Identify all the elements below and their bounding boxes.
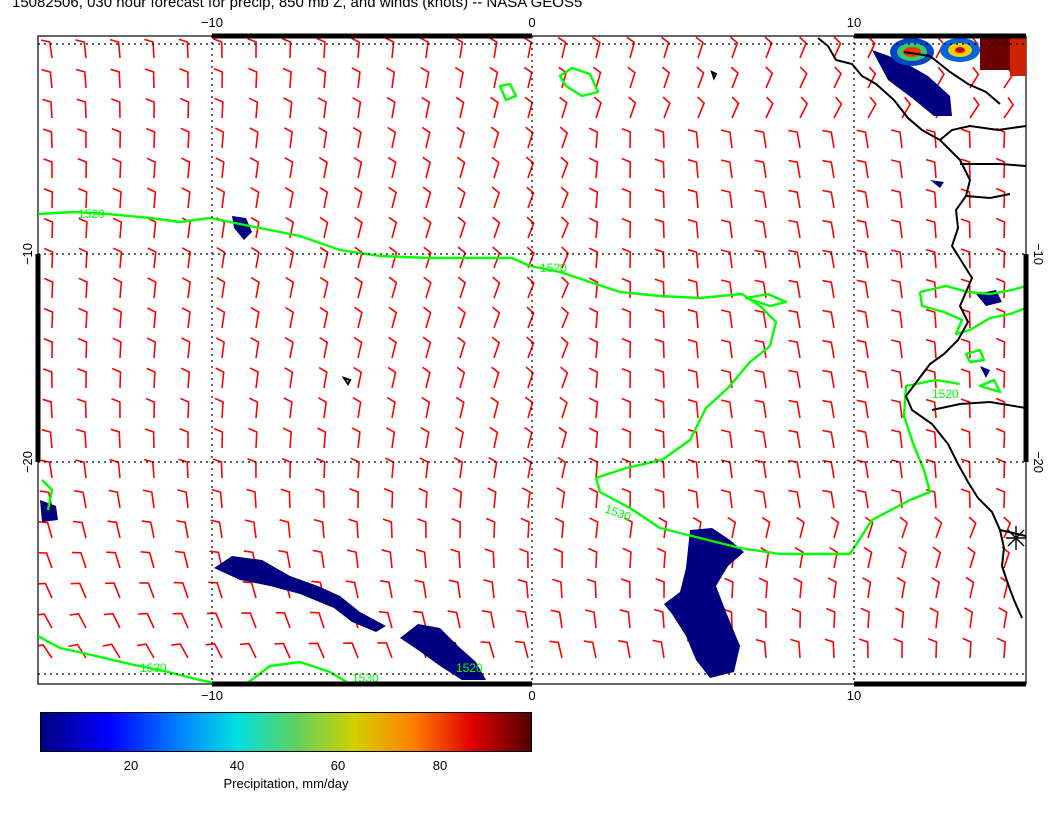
contour-label-5: 1530 <box>140 661 167 675</box>
x-tick-top-minus10: −10 <box>201 15 223 30</box>
x-tick-bottom-0: 0 <box>528 688 535 703</box>
precip-edge-region <box>1010 36 1026 76</box>
x-tick-bottom-10: 10 <box>847 688 861 703</box>
y-tick-left-minus20: −20 <box>20 451 35 473</box>
colorbar-tick-20: 20 <box>123 758 139 773</box>
x-tick-bottom-minus10: −10 <box>201 688 223 703</box>
colorbar-tick-60: 60 <box>330 758 346 773</box>
y-tick-right-minus10: −10 <box>1031 243 1046 265</box>
x-tick-top-10: 10 <box>847 15 861 30</box>
y-tick-left-minus10: −10 <box>20 243 35 265</box>
y-tick-right-minus20: −20 <box>1031 451 1046 473</box>
colorbar-label: Precipitation, mm/day <box>223 776 349 791</box>
precip-colorbar <box>40 712 532 752</box>
contour-label-2: 1520 <box>540 261 567 275</box>
x-tick-top-0: 0 <box>528 15 535 30</box>
precip-ring-core-2 <box>955 47 965 53</box>
colorbar-tick-40: 40 <box>229 758 245 773</box>
forecast-map: 1520 1520 1530 1520 1530 1530 1520 −10 0… <box>20 15 1046 703</box>
colorbar-tick-80: 80 <box>432 758 448 773</box>
contour-label-4: 1520 <box>932 387 959 401</box>
contour-label-7: 1520 <box>456 661 483 675</box>
contour-label-1: 1520 <box>78 207 105 221</box>
